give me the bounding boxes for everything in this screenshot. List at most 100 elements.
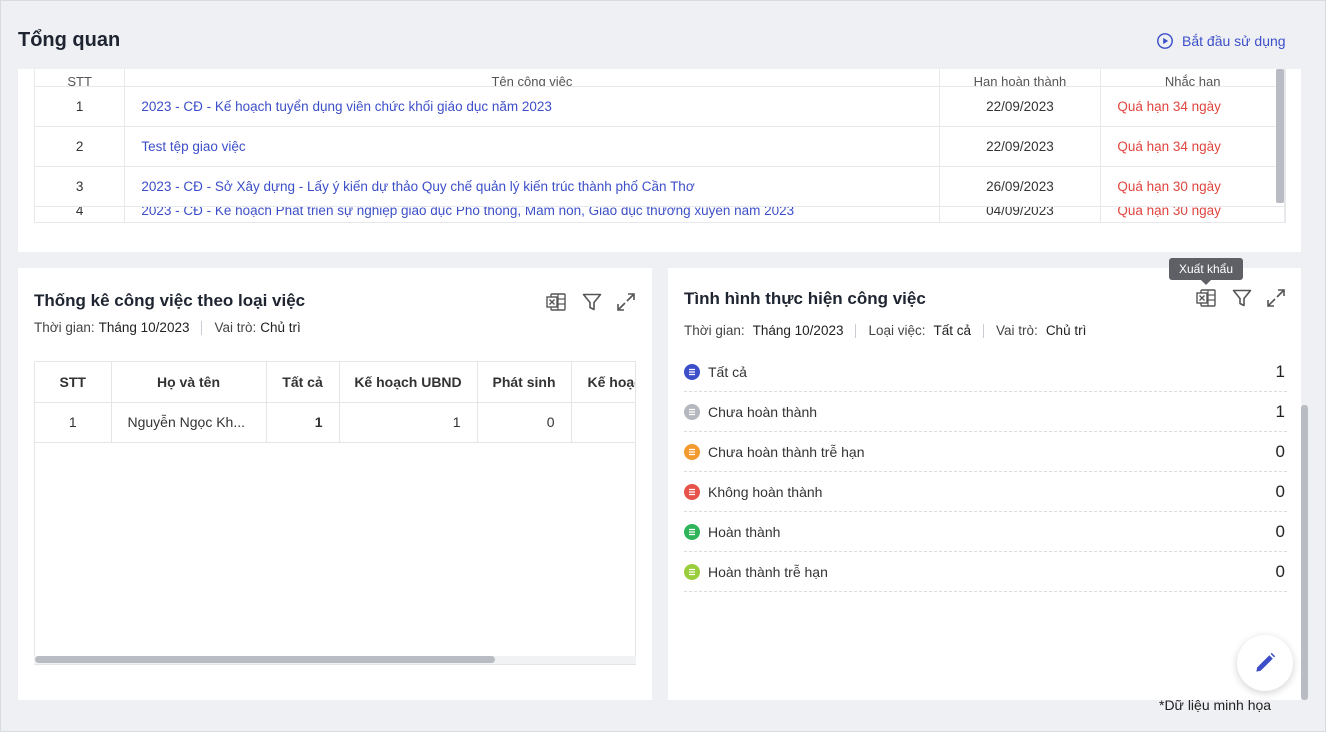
sample-data-note: *Dữ liệu minh họa <box>1159 697 1272 713</box>
horizontal-scrollbar[interactable] <box>35 656 495 663</box>
table-row: 2 Test tệp giao việc 22/09/2023 Quá hạn … <box>35 126 1285 167</box>
row-total: 1 <box>266 402 340 443</box>
table-row: 3 2023 - CĐ - Sở Xây dựng - Lấy ý kiến d… <box>35 166 1285 207</box>
table-row: 1 2023 - CĐ - Kế hoạch tuyển dụng viên c… <box>35 86 1285 127</box>
status-count: 1 <box>1275 361 1285 381</box>
deadline-card: STT Tên công việc Hạn hoàn thành Nhắc hạ… <box>18 69 1301 252</box>
deadline-table-container[interactable]: STT Tên công việc Hạn hoàn thành Nhắc hạ… <box>34 69 1286 223</box>
time-label: Thời gian: <box>684 323 745 338</box>
task-status-card: Tình hình thực hiện công việc Thời gian:… <box>668 268 1301 700</box>
row-arising: 0 <box>477 402 572 443</box>
row-reminder: Quá hạn 34 ngày <box>1100 86 1285 127</box>
column-header-reminder: Nhắc hạn <box>1100 69 1285 87</box>
excel-export-button[interactable] <box>1194 286 1218 310</box>
table-row: 1 Nguyễn Ngọc Kh... 1 1 0 <box>35 402 635 443</box>
play-circle-icon <box>1157 33 1173 49</box>
row-due-date: 22/09/2023 <box>939 126 1102 167</box>
filter-button[interactable] <box>580 290 604 314</box>
list-icon <box>684 483 700 500</box>
excel-export-icon <box>546 293 566 311</box>
status-row-failed[interactable]: Không hoàn thành 0 <box>684 472 1287 512</box>
status-count: 1 <box>1275 401 1285 421</box>
page-vertical-scrollbar[interactable] <box>1301 405 1308 700</box>
excel-export-button[interactable] <box>544 290 568 314</box>
status-list: Tất cả 1 Chưa hoàn thành 1 Chưa hoàn thà… <box>684 352 1287 592</box>
time-label: Thời gian: <box>34 320 95 335</box>
row-stt: 4 <box>35 206 126 222</box>
task-type-stats-card: Thống kê công việc theo loại việc Thời g… <box>18 268 652 700</box>
deadline-table: STT Tên công việc Hạn hoàn thành Nhắc hạ… <box>35 69 1285 222</box>
task-link[interactable]: 2023 - CĐ - Kế hoạch Phát triển sự nghiệ… <box>124 206 940 222</box>
list-icon <box>684 443 700 460</box>
divider <box>855 323 857 338</box>
table-header-row: STT Họ và tên Tất cả Kế hoạch UBND Phát … <box>35 362 635 403</box>
table-row: 4 2023 - CĐ - Kế hoạch Phát triển sự ngh… <box>35 206 1285 222</box>
status-count: 0 <box>1275 481 1285 501</box>
status-row-not-completed[interactable]: Chưa hoàn thành 1 <box>684 392 1287 432</box>
task-link[interactable]: 2023 - CĐ - Kế hoạch tuyển dụng viên chứ… <box>124 86 940 127</box>
list-icon <box>684 523 700 540</box>
status-row-all[interactable]: Tất cả 1 <box>684 352 1287 392</box>
status-count: 0 <box>1275 521 1285 541</box>
role-value: Chủ trì <box>1045 323 1087 338</box>
filter-icon <box>582 293 602 311</box>
task-link[interactable]: 2023 - CĐ - Sở Xây dựng - Lấy ý kiến dự … <box>124 166 940 207</box>
divider <box>201 320 203 335</box>
edit-fab-button[interactable] <box>1237 635 1293 691</box>
filter-summary: Thời gian: Tháng 10/2023 Vai trò: Chủ tr… <box>34 320 301 335</box>
expand-button[interactable] <box>1264 286 1288 310</box>
row-due-date: 26/09/2023 <box>939 166 1102 207</box>
column-header-full-name: Họ và tên <box>111 362 267 403</box>
page-title: Tổng quan <box>18 29 121 51</box>
column-header-total: Tất cả <box>266 362 340 403</box>
status-row-not-completed-late[interactable]: Chưa hoàn thành trễ hạn 0 <box>684 432 1287 472</box>
expand-icon <box>1267 289 1285 307</box>
column-header-ubnd-plan: Kế hoạch UBND <box>339 362 478 403</box>
table-header-row: STT Tên công việc Hạn hoàn thành Nhắc hạ… <box>35 69 1285 87</box>
role-label: Vai trò: <box>214 320 257 335</box>
excel-export-icon <box>1196 289 1216 307</box>
filter-summary: Thời gian: Tháng 10/2023 Loại việc: Tất … <box>684 323 1086 338</box>
column-header-stt: STT <box>35 69 126 87</box>
filter-button[interactable] <box>1230 286 1254 310</box>
status-label: Chưa hoàn thành <box>708 403 818 420</box>
vertical-scrollbar[interactable] <box>1276 69 1284 203</box>
export-tooltip: Xuất khẩu <box>1169 258 1243 285</box>
role-value: Chủ trì <box>260 320 301 335</box>
time-value: Tháng 10/2023 <box>98 320 190 335</box>
pencil-icon <box>1256 652 1276 672</box>
role-label: Vai trò: <box>996 323 1038 338</box>
column-header-due-date: Hạn hoàn thành <box>939 69 1102 87</box>
column-header-stt: STT <box>35 362 112 403</box>
status-label: Chưa hoàn thành trễ hạn <box>708 443 865 460</box>
status-label: Hoàn thành trễ hạn <box>708 563 828 580</box>
task-type-value: Tất cả <box>933 323 972 338</box>
status-count: 0 <box>1275 441 1285 461</box>
stats-table-container[interactable]: STT Họ và tên Tất cả Kế hoạch UBND Phát … <box>34 361 636 665</box>
status-row-completed[interactable]: Hoàn thành 0 <box>684 512 1287 552</box>
expand-button[interactable] <box>614 290 638 314</box>
row-reminder: Quá hạn 30 ngày <box>1100 206 1285 222</box>
list-icon <box>684 403 700 420</box>
task-link[interactable]: Test tệp giao việc <box>124 126 940 167</box>
expand-icon <box>617 293 635 311</box>
start-using-button[interactable]: Bắt đầu sử dụng <box>1156 32 1286 50</box>
status-label: Hoàn thành <box>708 523 781 540</box>
list-icon <box>684 563 700 580</box>
row-reminder: Quá hạn 34 ngày <box>1100 126 1285 167</box>
row-ubnd-plan: 1 <box>339 402 478 443</box>
status-label: Tất cả <box>708 363 747 380</box>
row-plan <box>571 402 635 443</box>
status-count: 0 <box>1275 561 1285 581</box>
column-header-task-name: Tên công việc <box>124 69 940 87</box>
page-header: Tổng quan Bắt đầu sử dụng <box>1 1 1325 69</box>
row-reminder: Quá hạn 30 ngày <box>1100 166 1285 207</box>
column-header-arising: Phát sinh <box>477 362 572 403</box>
status-label: Không hoàn thành <box>708 483 823 500</box>
filter-icon <box>1232 289 1252 307</box>
row-due-date: 22/09/2023 <box>939 86 1102 127</box>
status-row-completed-late[interactable]: Hoàn thành trễ hạn 0 <box>684 552 1287 592</box>
row-stt: 2 <box>35 126 126 167</box>
row-full-name: Nguyễn Ngọc Kh... <box>111 402 267 443</box>
row-stt: 1 <box>35 402 112 443</box>
